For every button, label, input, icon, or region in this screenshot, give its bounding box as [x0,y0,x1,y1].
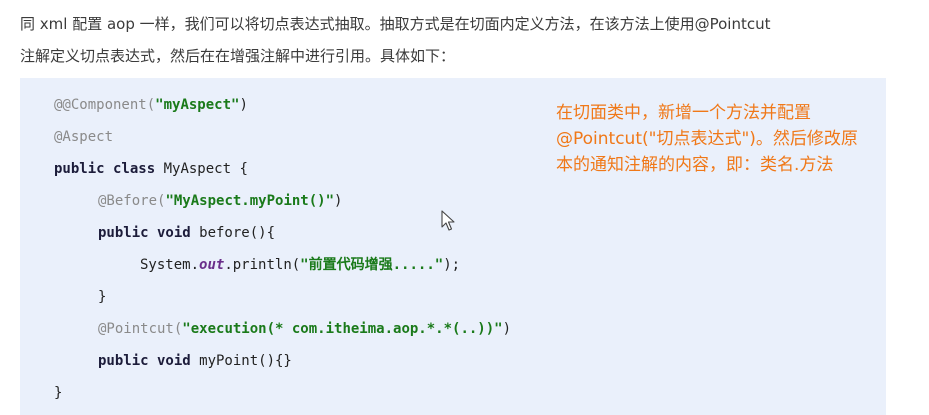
mouse-pointer-icon [441,210,455,231]
code-line-println: System.out.println("前置代码增强....."); [140,253,460,277]
string-before-message: "前置代码增强....." [300,257,444,273]
intro-line-2: 注解定义切点表达式，然后在在增强注解中进行引用。具体如下： [20,47,456,65]
system-ref: System. [140,257,200,273]
annotation-before: @Before( [98,193,166,209]
method-before: before(){ [190,225,276,241]
keyword-public-void: public void [98,353,191,369]
code-line-close-before: } [98,285,106,309]
annotation-component: @@Component( [54,97,156,113]
class-name: MyAspect { [155,161,248,177]
code-line-before-method: public void before(){ [98,221,275,245]
annotation-note: 在切面类中，新增一个方法并配置 @Pointcut("切点表达式")。然后修改原… [556,100,886,178]
note-line-1: 在切面类中，新增一个方法并配置 [556,103,811,123]
paren-close: ) [239,97,248,113]
string-execution-expr: "execution(* com.itheima.aop.*.*(..))" [182,321,503,337]
field-out: out [199,257,225,273]
code-line-before: @Before("MyAspect.myPoint()") [98,189,342,213]
string-myaspect: "myAspect" [155,97,240,113]
code-line-close-class: } [54,381,62,405]
annotation-pointcut: @Pointcut( [98,321,183,337]
paren-close: ) [334,193,343,209]
brace-close: } [98,289,107,305]
method-mypoint: myPoint(){} [190,353,292,369]
code-line-class-decl: public class MyAspect { [54,157,248,181]
keyword-public-void: public void [98,225,191,241]
note-line-3: 本的通知注解的内容，即：类名.方法 [556,155,834,175]
brace-close: } [54,385,63,401]
annotation-aspect: @Aspect [54,129,114,145]
code-line-aspect: @Aspect [54,125,113,149]
paren-close: ) [502,321,512,337]
keyword-public-class: public class [54,161,156,177]
intro-line-1: 同 xml 配置 aop 一样，我们可以将切点表达式抽取。抽取方式是在切面内定义… [20,15,771,33]
code-line-mypoint-method: public void myPoint(){} [98,349,292,373]
code-line-pointcut: @Pointcut("execution(* com.itheima.aop.*… [98,317,511,341]
string-mypoint-ref: "MyAspect.myPoint()" [165,193,335,209]
println-call: .println( [224,257,301,273]
article-page: 同 xml 配置 aop 一样，我们可以将切点表达式抽取。抽取方式是在切面内定义… [0,0,929,415]
statement-end: ); [443,257,461,273]
intro-paragraph: 同 xml 配置 aop 一样，我们可以将切点表达式抽取。抽取方式是在切面内定义… [20,8,920,72]
note-line-2: @Pointcut("切点表达式")。然后修改原 [556,129,858,149]
code-line-component: @@Component("myAspect") [54,93,248,117]
